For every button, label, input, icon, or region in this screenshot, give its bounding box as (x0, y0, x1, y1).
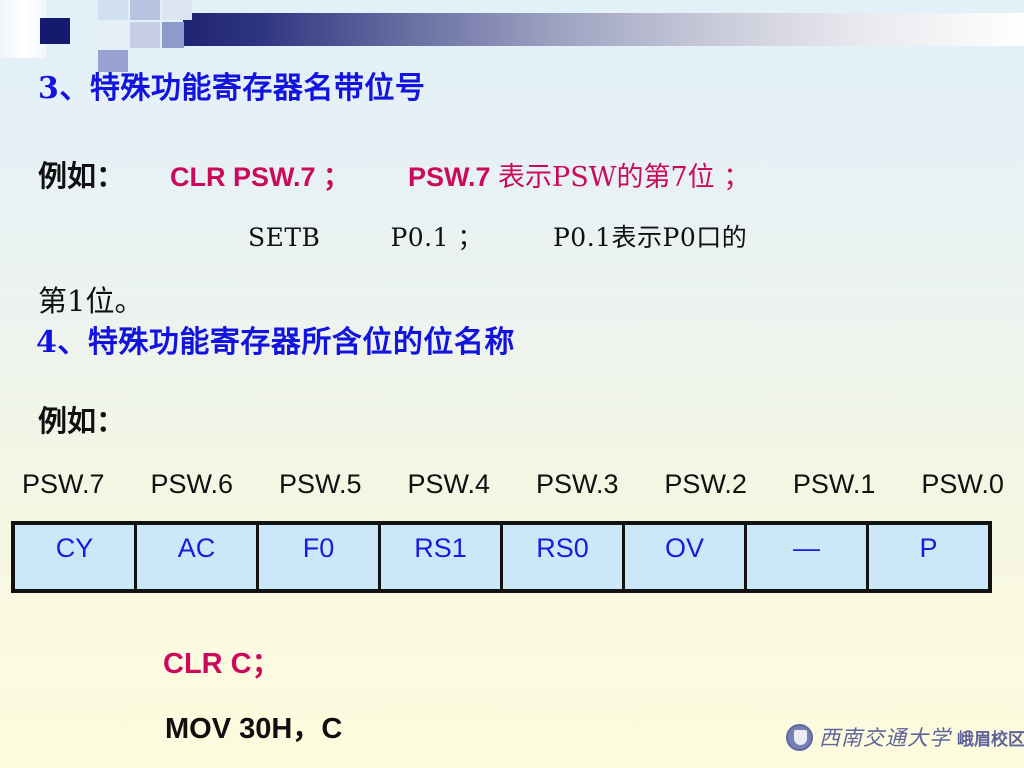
slide-canvas: 3、特殊功能寄存器名带位号 例如： CLR PSW.7 ； PSW.7 表示PS… (0, 0, 1024, 768)
section-4-heading: 4、特殊功能寄存器所含位的位名称 (36, 325, 515, 360)
table-cell: RS1 (381, 525, 503, 589)
psw7-meaning-bold: PSW.7 (408, 162, 499, 192)
section-3-heading: 3、特殊功能寄存器名带位号 (38, 71, 426, 106)
header-gradient-bar (183, 13, 1024, 46)
university-name-label: 西南交通大学 (819, 726, 951, 750)
setb-meaning-continued: 第1位。 (38, 284, 144, 318)
bit-index-label: PSW.3 (535, 469, 619, 499)
bit-index-label: PSW.0 (921, 469, 1004, 499)
psw7-meaning-rest: 表示PSW的第7位 ； (498, 162, 751, 193)
instruction-mov-30h-c: MOV 30H，C (165, 713, 343, 745)
header-square-f (130, 22, 160, 48)
psw7-meaning: PSW.7 表示PSW的第7位 ； (408, 155, 750, 194)
psw-bit-name-table: CY AC F0 RS1 RS0 OV — P (11, 521, 992, 593)
bit-index-label: PSW.1 (792, 469, 876, 499)
instruction-setb-line: SETB P0.1 ； P0.1表示P0口的 (248, 218, 747, 254)
bit-index-label: PSW.4 (407, 469, 490, 499)
table-cell: OV (625, 525, 747, 589)
bit-index-label: PSW.7 (22, 469, 105, 499)
instruction-setb-operand: P0.1 ； (390, 223, 483, 252)
header-square-e (130, 0, 160, 20)
header-square-accent (40, 18, 70, 44)
table-cell: CY (15, 525, 137, 589)
section-3-example-label: 例如： (38, 159, 126, 193)
section-4-example-label: 例如： (38, 404, 126, 438)
bit-index-label: PSW.6 (150, 469, 234, 499)
university-emblem-icon (786, 723, 813, 751)
instruction-setb-mnemonic: SETB (248, 223, 321, 252)
university-logo: 西南交通大学 峨眉校区 (786, 722, 1024, 752)
header-square-g (162, 0, 192, 20)
bit-index-label: PSW.2 (664, 469, 747, 499)
table-cell: — (747, 525, 869, 589)
table-cell: P (869, 525, 988, 589)
instruction-clr-c: CLR C； (163, 648, 281, 680)
bit-index-label: PSW.5 (278, 469, 362, 499)
setb-meaning: P0.1表示P0口的 (552, 223, 748, 252)
psw-bit-index-row: PSW.7 PSW.6 PSW.5 PSW.4 PSW.3 PSW.2 PSW.… (22, 469, 1004, 500)
header-square-h (162, 22, 184, 48)
header-square-b (98, 0, 128, 20)
table-cell: AC (137, 525, 259, 589)
instruction-clr-psw7: CLR PSW.7 ； (170, 162, 351, 192)
header-square-c (98, 22, 128, 48)
campus-name-label: 峨眉校区 (957, 729, 1024, 750)
table-cell: F0 (259, 525, 381, 589)
table-cell: RS0 (503, 525, 625, 589)
